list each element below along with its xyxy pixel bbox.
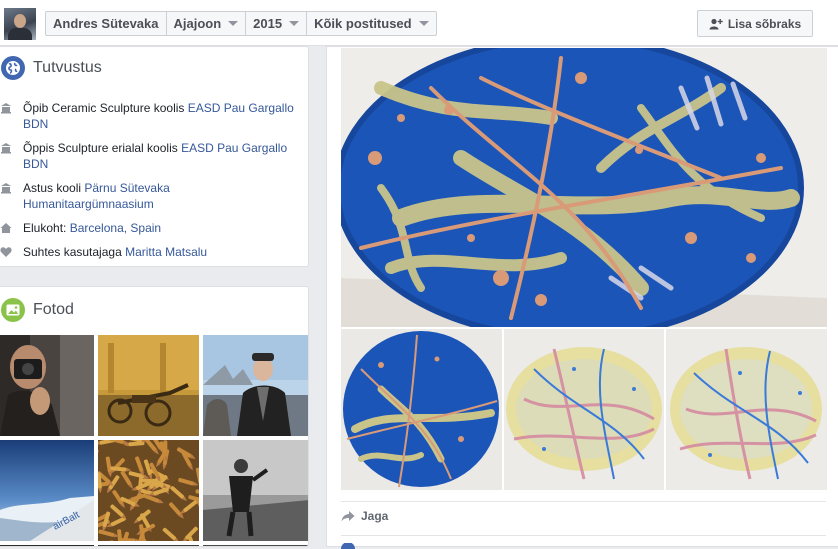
comment-avatar-icon — [341, 543, 355, 549]
photo-thumbnail[interactable] — [98, 335, 199, 436]
photo-thumbnail[interactable] — [98, 440, 199, 541]
crumb-year[interactable]: 2015 — [246, 12, 308, 35]
chevron-down-icon — [289, 21, 300, 26]
post-thumbnail-photo[interactable] — [341, 329, 502, 490]
globe-icon — [1, 56, 25, 80]
bullets-pattern — [98, 440, 199, 541]
timeline-post: Jaga — [326, 46, 838, 549]
post-divider — [341, 535, 826, 536]
chevron-down-icon — [418, 21, 429, 26]
school-icon — [1, 103, 11, 114]
photo-thumbnail[interactable] — [0, 335, 94, 436]
add-friend-icon — [709, 18, 723, 29]
photos-card: Fotod airBalt — [0, 286, 309, 547]
crumb-filter[interactable]: Kõik postitused — [307, 12, 436, 35]
post-thumbnail-photo[interactable] — [666, 329, 827, 490]
add-friend-button[interactable]: Lisa sõbraks — [697, 10, 813, 37]
crumb-profile-name[interactable]: Andres Sütevaka — [46, 12, 167, 35]
chevron-down-icon — [228, 21, 239, 26]
photo-thumbnail[interactable] — [203, 335, 308, 436]
photo-thumbnail[interactable]: airBalt — [0, 440, 94, 541]
post-main-photo[interactable] — [341, 48, 827, 327]
photos-icon — [1, 298, 25, 322]
intro-item-residence: Elukoht: Barcelona, Spain — [0, 220, 300, 236]
heart-icon — [0, 247, 12, 257]
crumb-timeline[interactable]: Ajajoon — [167, 12, 247, 35]
timeline-breadcrumb: Andres Sütevaka Ajajoon 2015 Kõik postit… — [45, 11, 437, 36]
intro-item-relationship: Suhtes kasutajaga Maritta Matsalu — [0, 244, 300, 260]
intro-header: Tutvustus — [1, 56, 102, 80]
share-icon — [341, 511, 355, 522]
photos-header: Fotod — [1, 298, 74, 322]
school-icon — [1, 183, 11, 194]
profile-avatar[interactable] — [4, 8, 36, 40]
intro-title: Tutvustus — [33, 59, 102, 76]
intro-card: Tutvustus Õpib Ceramic Sculpture koolis … — [0, 46, 309, 267]
post-divider — [341, 501, 826, 502]
cover-nav-bar: Andres Sütevaka Ajajoon 2015 Kõik postit… — [0, 0, 838, 46]
intro-item-highschool: Astus kooli Pärnu Sütevaka Humanitaargüm… — [0, 180, 300, 212]
photo-thumbnail[interactable] — [203, 440, 308, 541]
photos-title[interactable]: Fotod — [33, 301, 74, 319]
intro-item-studied: Õppis Sculpture erialal koolis EASD Pau … — [0, 140, 300, 172]
post-thumbnail-photo[interactable] — [504, 329, 664, 490]
partner-link[interactable]: Maritta Matsalu — [125, 245, 207, 259]
home-icon — [0, 223, 12, 233]
intro-item-study: Õpib Ceramic Sculpture koolis EASD Pau G… — [0, 100, 300, 132]
share-button[interactable]: Jaga — [341, 509, 388, 523]
location-link[interactable]: Barcelona, Spain — [70, 221, 161, 235]
school-icon — [1, 143, 11, 154]
